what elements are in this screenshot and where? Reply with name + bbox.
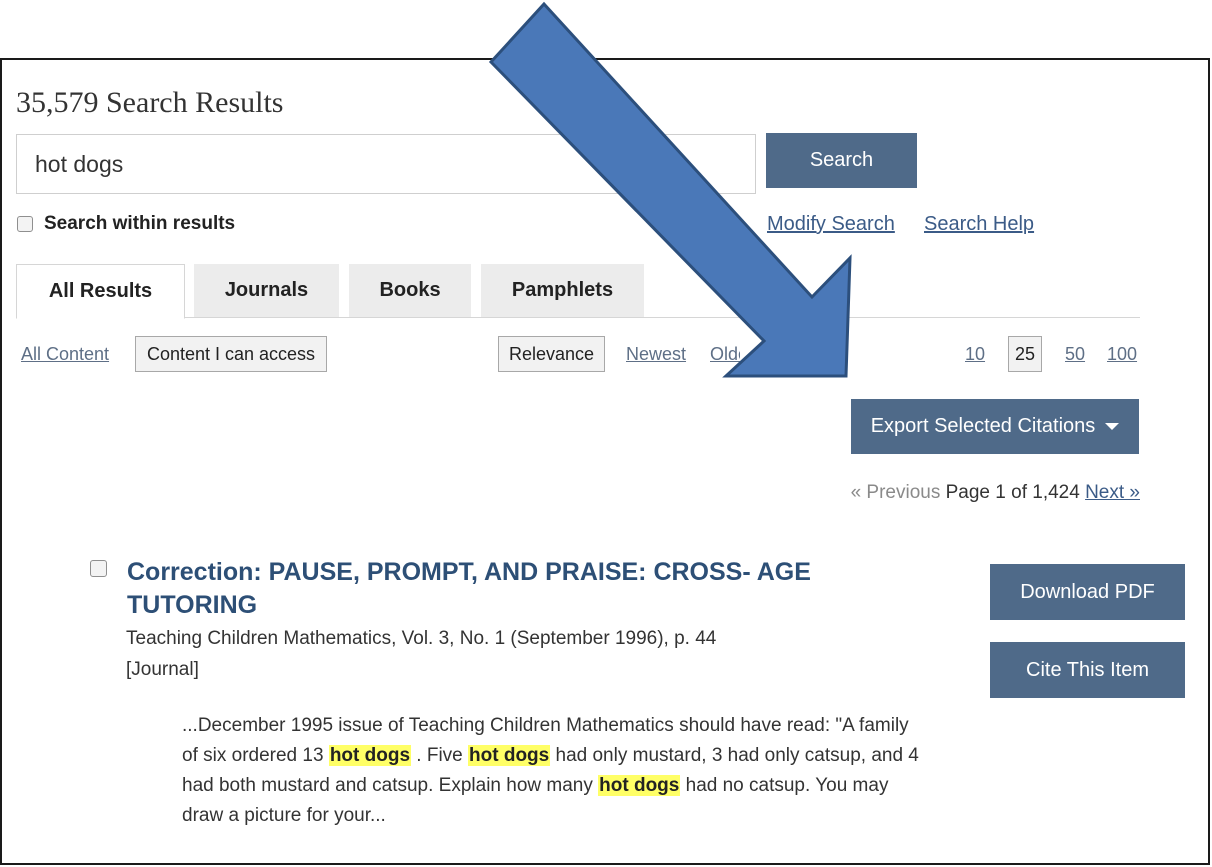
- page-indicator: Page 1 of 1,424: [945, 482, 1080, 503]
- sort-newest-link[interactable]: Newest: [626, 344, 686, 365]
- result-citation: Teaching Children Mathematics, Vol. 3, N…: [126, 628, 717, 649]
- results-count-title: 35,579 Search Results: [16, 86, 284, 119]
- search-within-label: Search within results: [44, 213, 236, 234]
- tab-pamphlets[interactable]: Pamphlets: [481, 264, 644, 317]
- per-page-100-link[interactable]: 100: [1107, 344, 1137, 365]
- previous-page-link: « Previous: [850, 482, 941, 503]
- search-term-highlight: hot dogs: [328, 745, 412, 766]
- per-page-25-button[interactable]: 25: [1008, 336, 1042, 372]
- result-select-checkbox[interactable]: [90, 560, 107, 577]
- search-term-highlight: hot dogs: [598, 775, 681, 796]
- search-within-checkbox[interactable]: [17, 216, 33, 232]
- search-input[interactable]: [16, 134, 756, 194]
- cite-item-button[interactable]: Cite This Item: [990, 642, 1185, 698]
- tab-journals[interactable]: Journals: [194, 264, 339, 317]
- modify-search-link[interactable]: Modify Search: [767, 213, 895, 236]
- per-page-50-link[interactable]: 50: [1065, 344, 1085, 365]
- tab-all-results[interactable]: All Results: [16, 264, 185, 319]
- search-button[interactable]: Search: [766, 133, 917, 188]
- filter-content-access-button[interactable]: Content I can access: [135, 336, 327, 372]
- snippet-text: . Five: [411, 745, 469, 766]
- download-pdf-button[interactable]: Download PDF: [990, 564, 1185, 620]
- filter-all-content-link[interactable]: All Content: [21, 344, 109, 365]
- caret-down-icon: [1105, 423, 1120, 430]
- tab-books[interactable]: Books: [349, 264, 471, 317]
- sort-oldest-link[interactable]: Oldest: [710, 344, 740, 365]
- per-page-10-link[interactable]: 10: [965, 344, 985, 365]
- result-title-link[interactable]: Correction: PAUSE, PROMPT, AND PRAISE: C…: [127, 556, 887, 622]
- result-type: [Journal]: [126, 659, 199, 680]
- export-citations-label: Export Selected Citations: [870, 415, 1096, 437]
- pagination: « Previous Page 1 of 1,424 Next »: [851, 482, 1140, 504]
- next-page-link[interactable]: Next »: [1085, 482, 1140, 503]
- search-help-link[interactable]: Search Help: [924, 213, 1034, 236]
- search-term-highlight: hot dogs: [468, 745, 551, 766]
- export-citations-button[interactable]: Export Selected Citations: [851, 399, 1139, 454]
- result-snippet: ...December 1995 issue of Teaching Child…: [182, 711, 922, 831]
- sort-relevance-button[interactable]: Relevance: [498, 336, 605, 372]
